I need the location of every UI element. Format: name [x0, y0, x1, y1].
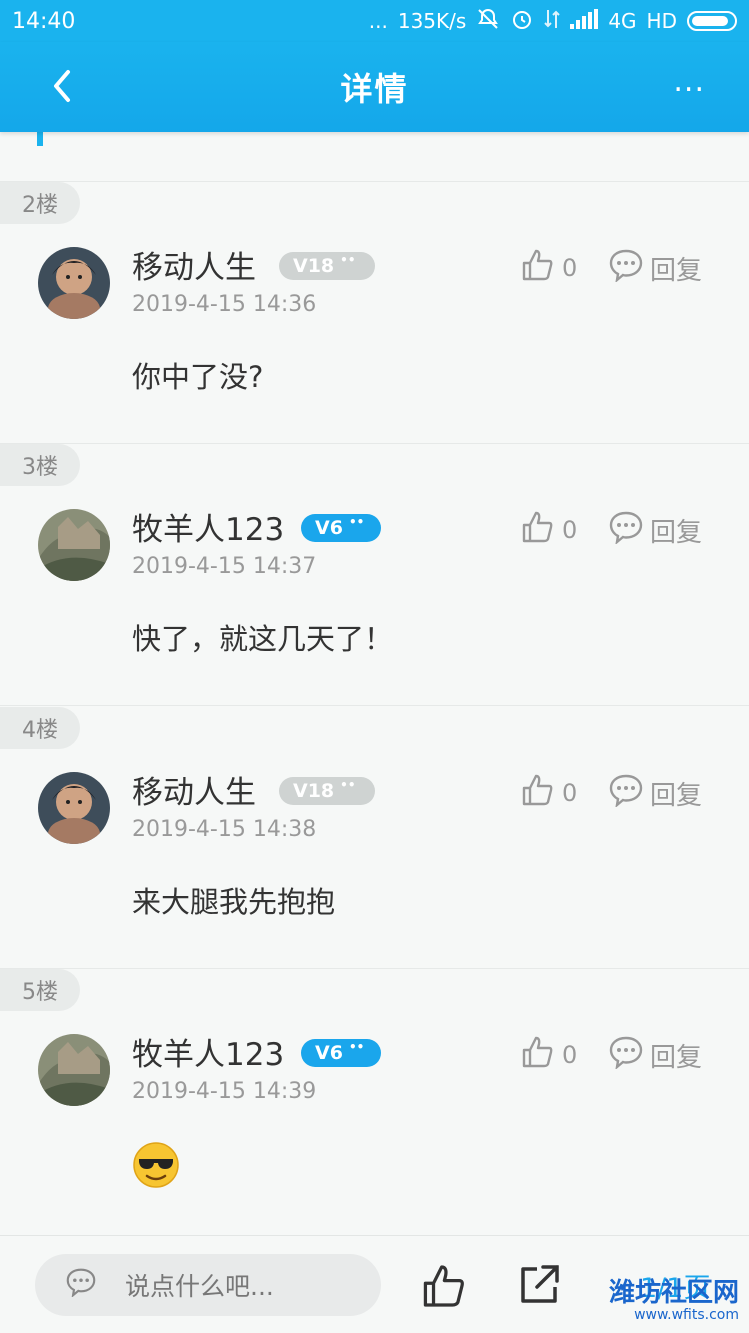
like-button[interactable]: 0	[520, 773, 577, 813]
level-label: V18	[293, 780, 335, 802]
comment-bubble-icon	[608, 1035, 644, 1076]
reply-label: 回复	[650, 781, 703, 811]
badge-dots-icon: ••	[348, 1040, 365, 1054]
avatar[interactable]	[38, 509, 110, 581]
thumbs-up-icon	[420, 1265, 466, 1313]
thumbs-up-icon	[520, 248, 554, 288]
floor-tag: 5楼	[0, 969, 80, 1011]
watermark-url: www.wfits.com	[634, 1307, 739, 1323]
post-item: 2楼 移动人生 V18 •• 2019-4-15 14:36 0 回复 你中了没?	[0, 182, 749, 444]
battery-icon	[687, 11, 737, 31]
post-time: 2019-4-15 14:38	[132, 817, 317, 842]
page-title: 详情	[340, 70, 409, 108]
reply-label: 回复	[650, 256, 703, 286]
level-badge: V18 ••	[279, 252, 375, 280]
badge-dots-icon: ••	[348, 515, 365, 529]
username[interactable]: 移动人生	[132, 242, 256, 287]
post-item: 4楼 移动人生 V18 •• 2019-4-15 14:38 0 回复 来大腿我先…	[0, 707, 749, 969]
sunglasses-emoji-icon	[132, 1142, 180, 1196]
reply-label: 回复	[650, 1043, 703, 1073]
thumbs-up-icon	[520, 773, 554, 813]
username[interactable]: 移动人生	[132, 767, 256, 812]
bottom-bar: 说点什么吧... 1/1页 潍坊社区网 www.wfits.com	[0, 1235, 749, 1333]
hd-label: HD	[646, 9, 677, 33]
signal-icon	[570, 8, 599, 34]
floor-tag: 3楼	[0, 444, 80, 486]
watermark-name: 潍坊社区网	[608, 1278, 739, 1308]
comment-bubble-icon	[608, 248, 644, 289]
post-item: 5楼 牧羊人123 V6 •• 2019-4-15 14:39 0 回复	[0, 969, 749, 1235]
share-button[interactable]	[517, 1261, 563, 1311]
floor-tag: 4楼	[0, 707, 80, 749]
alarm-icon	[510, 7, 534, 36]
post-time: 2019-4-15 14:36	[132, 292, 317, 317]
like-post-button[interactable]	[420, 1263, 466, 1313]
reply-label: 回复	[650, 518, 703, 548]
network-speed: 135K/s	[397, 9, 467, 33]
level-label: V18	[293, 255, 335, 277]
status-time: 14:40	[12, 8, 76, 34]
more-icon[interactable]: ...	[673, 67, 705, 97]
like-button[interactable]: 0	[520, 248, 577, 288]
post-time: 2019-4-15 14:37	[132, 554, 317, 579]
thumbs-up-icon	[520, 1035, 554, 1075]
avatar[interactable]	[38, 1034, 110, 1106]
level-badge: V6 ••	[301, 514, 381, 542]
avatar[interactable]	[38, 772, 110, 844]
post-content	[132, 1141, 180, 1196]
like-button[interactable]: 0	[520, 1035, 577, 1075]
like-count: 0	[562, 254, 578, 282]
like-count: 0	[562, 1041, 578, 1069]
post-time: 2019-4-15 14:39	[132, 1079, 317, 1104]
comment-input[interactable]: 说点什么吧...	[35, 1254, 381, 1316]
post-item: 3楼 牧羊人123 V6 •• 2019-4-15 14:37 0 回复 快了，就…	[0, 444, 749, 706]
network-type: 4G	[608, 9, 637, 33]
level-label: V6	[315, 517, 343, 539]
status-icons: ... 135K/s 4G HD	[369, 7, 737, 36]
reply-button[interactable]: 回复	[608, 1035, 702, 1076]
share-icon	[517, 1265, 563, 1311]
comment-placeholder: 说点什么吧...	[125, 1272, 274, 1301]
like-count: 0	[562, 779, 578, 807]
thumbs-up-icon	[520, 510, 554, 550]
status-bar: 14:40 ... 135K/s 4G HD	[0, 0, 749, 42]
status-dots: ...	[368, 9, 388, 33]
level-badge: V6 ••	[301, 1039, 381, 1067]
post-content: 快了，就这几天了！	[132, 622, 394, 656]
username[interactable]: 牧羊人123	[132, 1029, 284, 1074]
floor-tag: 2楼	[0, 182, 80, 224]
back-icon[interactable]	[44, 66, 84, 106]
mute-icon	[476, 7, 500, 36]
title-bar: 详情 ...	[0, 42, 749, 132]
reply-button[interactable]: 回复	[608, 510, 702, 551]
level-label: V6	[315, 1042, 343, 1064]
post-content: 来大腿我先抱抱	[132, 885, 336, 919]
like-count: 0	[562, 516, 578, 544]
comment-bubble-icon	[608, 510, 644, 551]
level-badge: V18 ••	[279, 777, 375, 805]
reply-button[interactable]: 回复	[608, 248, 702, 289]
watermark: 潍坊社区网 www.wfits.com	[609, 1280, 739, 1322]
badge-dots-icon: ••	[340, 778, 356, 792]
comment-bubble-icon	[65, 1267, 97, 1303]
username[interactable]: 牧羊人123	[132, 504, 284, 549]
data-transfer-icon	[544, 8, 561, 35]
avatar[interactable]	[38, 247, 110, 319]
section-header-peek	[0, 132, 749, 182]
comment-bubble-icon	[608, 773, 644, 814]
like-button[interactable]: 0	[520, 510, 577, 550]
section-accent-bar	[37, 132, 43, 146]
post-content: 你中了没?	[132, 360, 264, 394]
reply-button[interactable]: 回复	[608, 773, 702, 814]
badge-dots-icon: ••	[340, 253, 356, 267]
